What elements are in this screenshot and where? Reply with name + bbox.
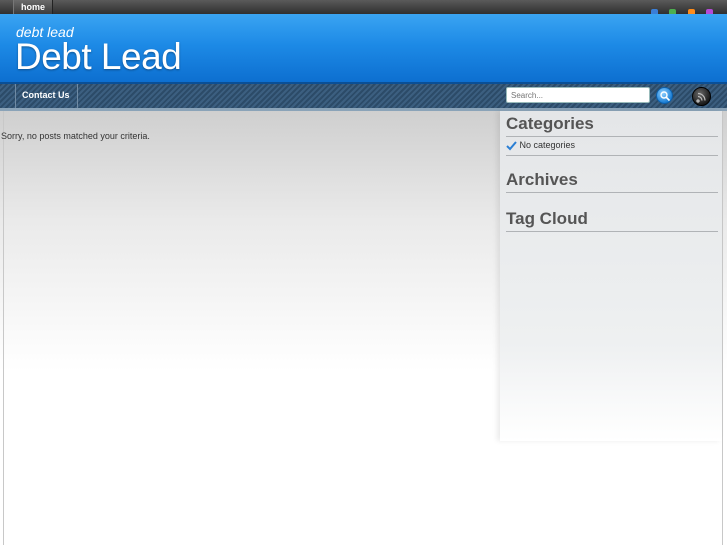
search-input[interactable] [506, 87, 650, 103]
site-header: debt lead Debt Lead [0, 14, 727, 84]
top-bar: home [0, 0, 727, 16]
checkmark-icon [506, 140, 517, 151]
rss-icon[interactable] [692, 87, 711, 106]
main-nav: Contact Us [0, 84, 727, 111]
nav-separator [15, 84, 16, 108]
category-item: No categories [506, 140, 718, 156]
nav-item-contact-us[interactable]: Contact Us [22, 84, 70, 106]
nav-separator [77, 84, 78, 108]
rss-feed-icon [696, 92, 706, 103]
tag-cloud-heading: Tag Cloud [506, 209, 718, 232]
site-title[interactable]: Debt Lead [15, 36, 182, 78]
archives-heading: Archives [506, 170, 718, 193]
right-divider [722, 111, 723, 545]
left-divider [3, 111, 4, 545]
sidebar [500, 111, 722, 441]
top-icon-group [644, 3, 713, 16]
search-button[interactable] [656, 87, 673, 104]
search-icon [660, 91, 671, 102]
categories-heading: Categories [506, 114, 718, 137]
no-posts-message: Sorry, no posts matched your criteria. [1, 131, 150, 141]
tab-home[interactable]: home [13, 0, 54, 14]
category-item-label: No categories [519, 140, 576, 150]
